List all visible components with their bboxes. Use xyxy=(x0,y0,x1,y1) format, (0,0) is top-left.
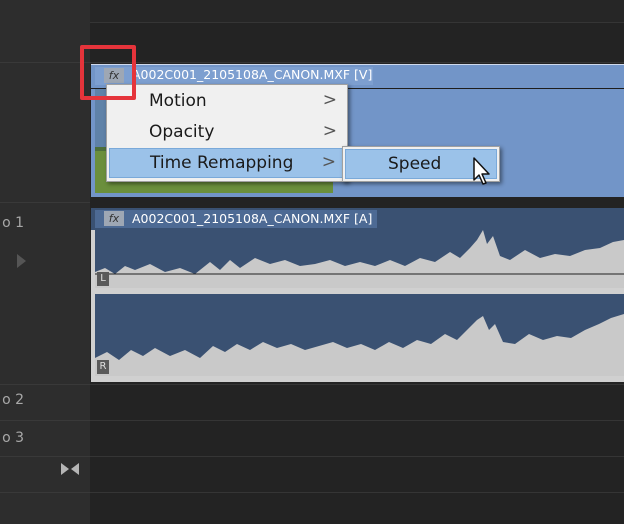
chevron-right-icon: > xyxy=(322,121,337,141)
timeline-lane xyxy=(90,0,624,22)
channel-label: L xyxy=(97,272,109,286)
menu-item-time-remapping[interactable]: Time Remapping > xyxy=(109,148,345,178)
lane-divider xyxy=(90,22,624,23)
lane-divider xyxy=(90,420,624,421)
audio-clip-title: A002C001_2105108A_CANON.MXF [A] xyxy=(132,211,373,226)
waveform-left xyxy=(95,230,624,288)
channel-label: R xyxy=(97,360,109,374)
fx-badge-callout xyxy=(80,45,136,100)
audio-track-2-label: o 2 xyxy=(2,392,24,408)
audio-track-3-label: o 3 xyxy=(2,430,24,446)
header-divider xyxy=(0,492,90,493)
chevron-right-icon: > xyxy=(321,152,336,172)
lane-divider xyxy=(90,492,624,493)
audio-track-1-label: o 1 xyxy=(2,215,24,231)
menu-item-motion[interactable]: Motion > xyxy=(109,87,345,117)
expand-track-icon[interactable] xyxy=(17,254,26,268)
sync-lock-icon[interactable] xyxy=(60,461,80,477)
header-divider xyxy=(0,62,90,63)
waveform-right xyxy=(95,314,624,376)
menu-item-opacity[interactable]: Opacity > xyxy=(109,118,345,148)
clip-fx-context-menu: Motion > Opacity > Time Remapping > xyxy=(106,84,348,182)
lane-divider xyxy=(90,62,624,63)
video-clip-title: A002C001_2105108A_CANON.MXF [V] xyxy=(132,67,373,82)
chevron-right-icon: > xyxy=(322,90,337,110)
audio-channel-left: L xyxy=(95,230,624,288)
audio-channel-right: R xyxy=(95,294,624,376)
lane-divider xyxy=(90,384,624,385)
header-divider xyxy=(0,202,90,203)
lane-divider xyxy=(90,456,624,457)
header-divider xyxy=(0,420,90,421)
header-divider xyxy=(0,384,90,385)
mouse-cursor-icon xyxy=(472,156,494,186)
fx-badge-icon[interactable]: fx xyxy=(104,211,124,226)
audio-clip[interactable]: fx A002C001_2105108A_CANON.MXF [A] L R xyxy=(91,208,624,382)
header-divider xyxy=(0,456,90,457)
